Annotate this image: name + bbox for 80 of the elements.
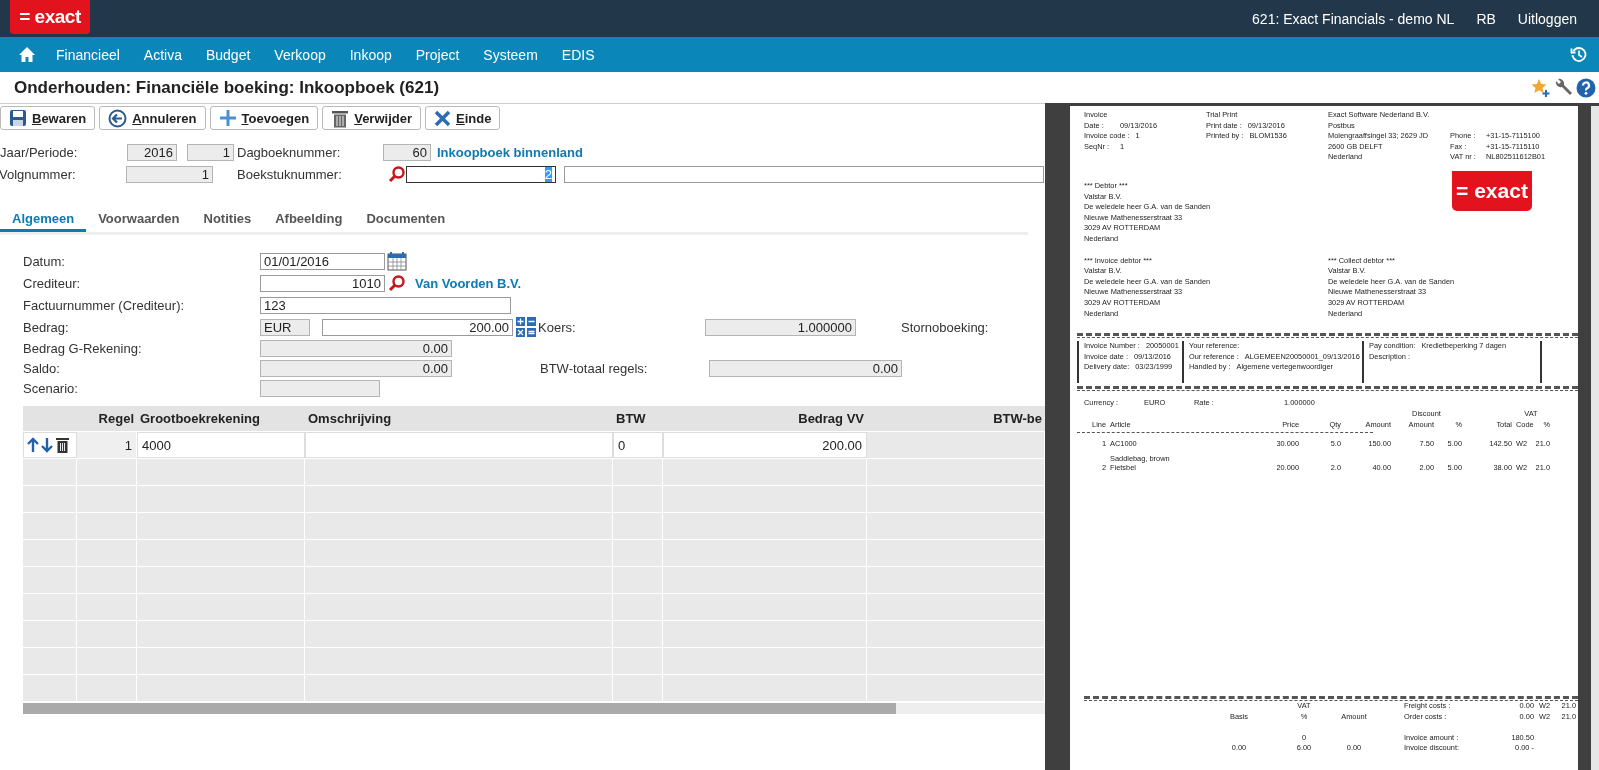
wrench-icon[interactable] [1553,77,1573,98]
column-header: BTW [615,411,647,426]
user-initials[interactable]: RB [1476,10,1496,27]
nav-menu-item[interactable]: Inkoop [349,46,392,63]
field-label: Factuurnummer (Crediteur): [23,297,186,313]
nav-menu-item[interactable]: Systeem [483,46,538,63]
toolbar-button[interactable]: Bewaren [0,106,96,130]
nav-menu-item[interactable]: Verkoop [274,46,326,63]
home-icon[interactable] [18,46,36,63]
calculator-icon[interactable] [516,317,536,337]
date-field[interactable]: 01/01/2016 [260,252,385,270]
field-label: Stornoboeking: [901,319,989,335]
column-header: Bedrag VV [797,411,865,426]
column-header: Grootboekrekening [139,411,261,426]
column-header: Regel [97,411,135,426]
page-title: Onderhouden: Financiële boeking: Inkoopboek (621) [14,77,440,98]
creditor-link[interactable]: Van Voorden B.V. [415,275,522,291]
company-name: 621: Exact Financials - demo NL [1252,10,1455,27]
trash-icon [331,108,350,128]
table-cell: 1 [77,432,137,458]
logout-link[interactable]: Uitloggen [1517,10,1577,27]
app-logo[interactable]: = exact [10,0,90,34]
table-cell[interactable]: 200.00 [663,432,867,458]
tab[interactable]: Documenten [354,207,458,232]
column-header: Omschrijving [307,411,393,426]
trash-icon[interactable] [56,437,69,453]
journal-field[interactable]: 60 [383,143,431,161]
nav-menu-item[interactable]: Budget [205,46,251,63]
scenario-field[interactable] [260,379,380,397]
toolbar-button[interactable]: Annuleren [99,106,206,130]
field-label: Bedrag: [23,319,70,335]
calendar-icon[interactable] [387,251,407,271]
star-plus-icon[interactable] [1531,77,1551,98]
search-icon[interactable] [388,274,406,292]
field-label: BTW-totaal regels: [540,360,649,376]
column-header: BTW-be [992,411,1043,426]
rate-field[interactable]: 1.000000 [705,318,856,336]
vertical-scrollbar[interactable] [1591,106,1599,770]
field-label: Jaar/Periode: [0,144,79,160]
ledger-amount-field[interactable]: 0.00 [260,339,452,357]
field-label: Scenario: [23,380,79,396]
field-label: Datum: [23,253,66,269]
description-field[interactable] [564,165,1044,183]
currency-field[interactable]: EUR [260,318,310,336]
toolbar-button[interactable]: Einde [425,106,501,130]
field-label: Saldo: [23,360,61,376]
sequence-field[interactable]: 1 [126,165,213,183]
nav-menu-item[interactable]: Financieel [56,46,120,63]
vat-total-field[interactable]: 0.00 [709,359,902,377]
invoice-logo: = exact [1452,170,1532,211]
year-field[interactable]: 2016 [127,143,177,161]
toolbar-button[interactable]: Toevoegen [209,106,319,130]
toolbar-button[interactable]: Verwijder [322,106,421,130]
up-down-arrows-icon[interactable] [26,437,56,453]
journal-link[interactable]: Inkoopboek binnenland [437,144,583,160]
nav-menu-item[interactable]: Activa [143,46,182,63]
horizontal-scrollbar[interactable] [23,703,1045,714]
plus-icon [218,109,237,127]
amount-field[interactable]: 200.00 [322,318,513,336]
tab[interactable]: Algemeen [0,207,87,232]
balance-field[interactable]: 0.00 [260,359,452,377]
search-icon[interactable] [388,165,406,183]
table-cell[interactable]: 4000 [137,432,305,458]
tab[interactable]: Notities [191,207,264,232]
creditor-field[interactable]: 1010 [260,274,385,292]
nav-menu-item[interactable]: Project [415,46,460,63]
period-field[interactable]: 1 [187,143,234,161]
close-icon [434,109,451,127]
field-label: Koers: [538,319,577,335]
table-cell[interactable]: 0 [613,432,663,458]
tab[interactable]: Voorwaarden [86,207,192,232]
help-icon[interactable] [1576,77,1596,98]
field-label: Dagboeknummer: [237,144,342,160]
tab[interactable]: Afbeelding [263,207,355,232]
field-label: Boekstuknummer: [237,166,343,182]
field-label: Crediteur: [23,275,82,291]
invoice-number-field[interactable]: 123 [260,296,511,314]
field-label: Bedrag G-Rekening: [23,340,143,356]
nav-menu-item[interactable]: EDIS [561,46,595,63]
history-icon[interactable] [1570,46,1587,63]
